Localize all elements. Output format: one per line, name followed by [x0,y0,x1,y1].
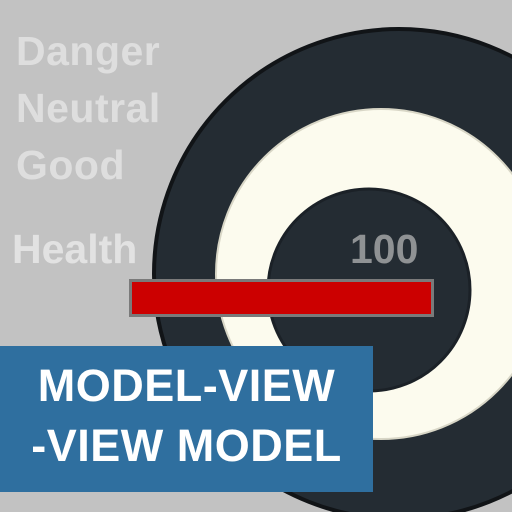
health-value: 100 [350,226,419,272]
mood-state-list: Danger Neutral Good [16,26,161,197]
health-bar [129,279,434,317]
mood-state-danger: Danger [16,28,161,74]
mood-state-neutral: Neutral [16,85,161,131]
mood-state-good: Good [16,142,126,188]
health-label: Health [12,226,138,272]
health-bar-fill [132,282,431,314]
game-scene: Danger Neutral Good Health 100 MODEL-VIE… [0,0,512,512]
banner-title-line-2: -VIEW MODEL [31,420,342,471]
banner-title-line-1: MODEL-VIEW [37,360,336,411]
